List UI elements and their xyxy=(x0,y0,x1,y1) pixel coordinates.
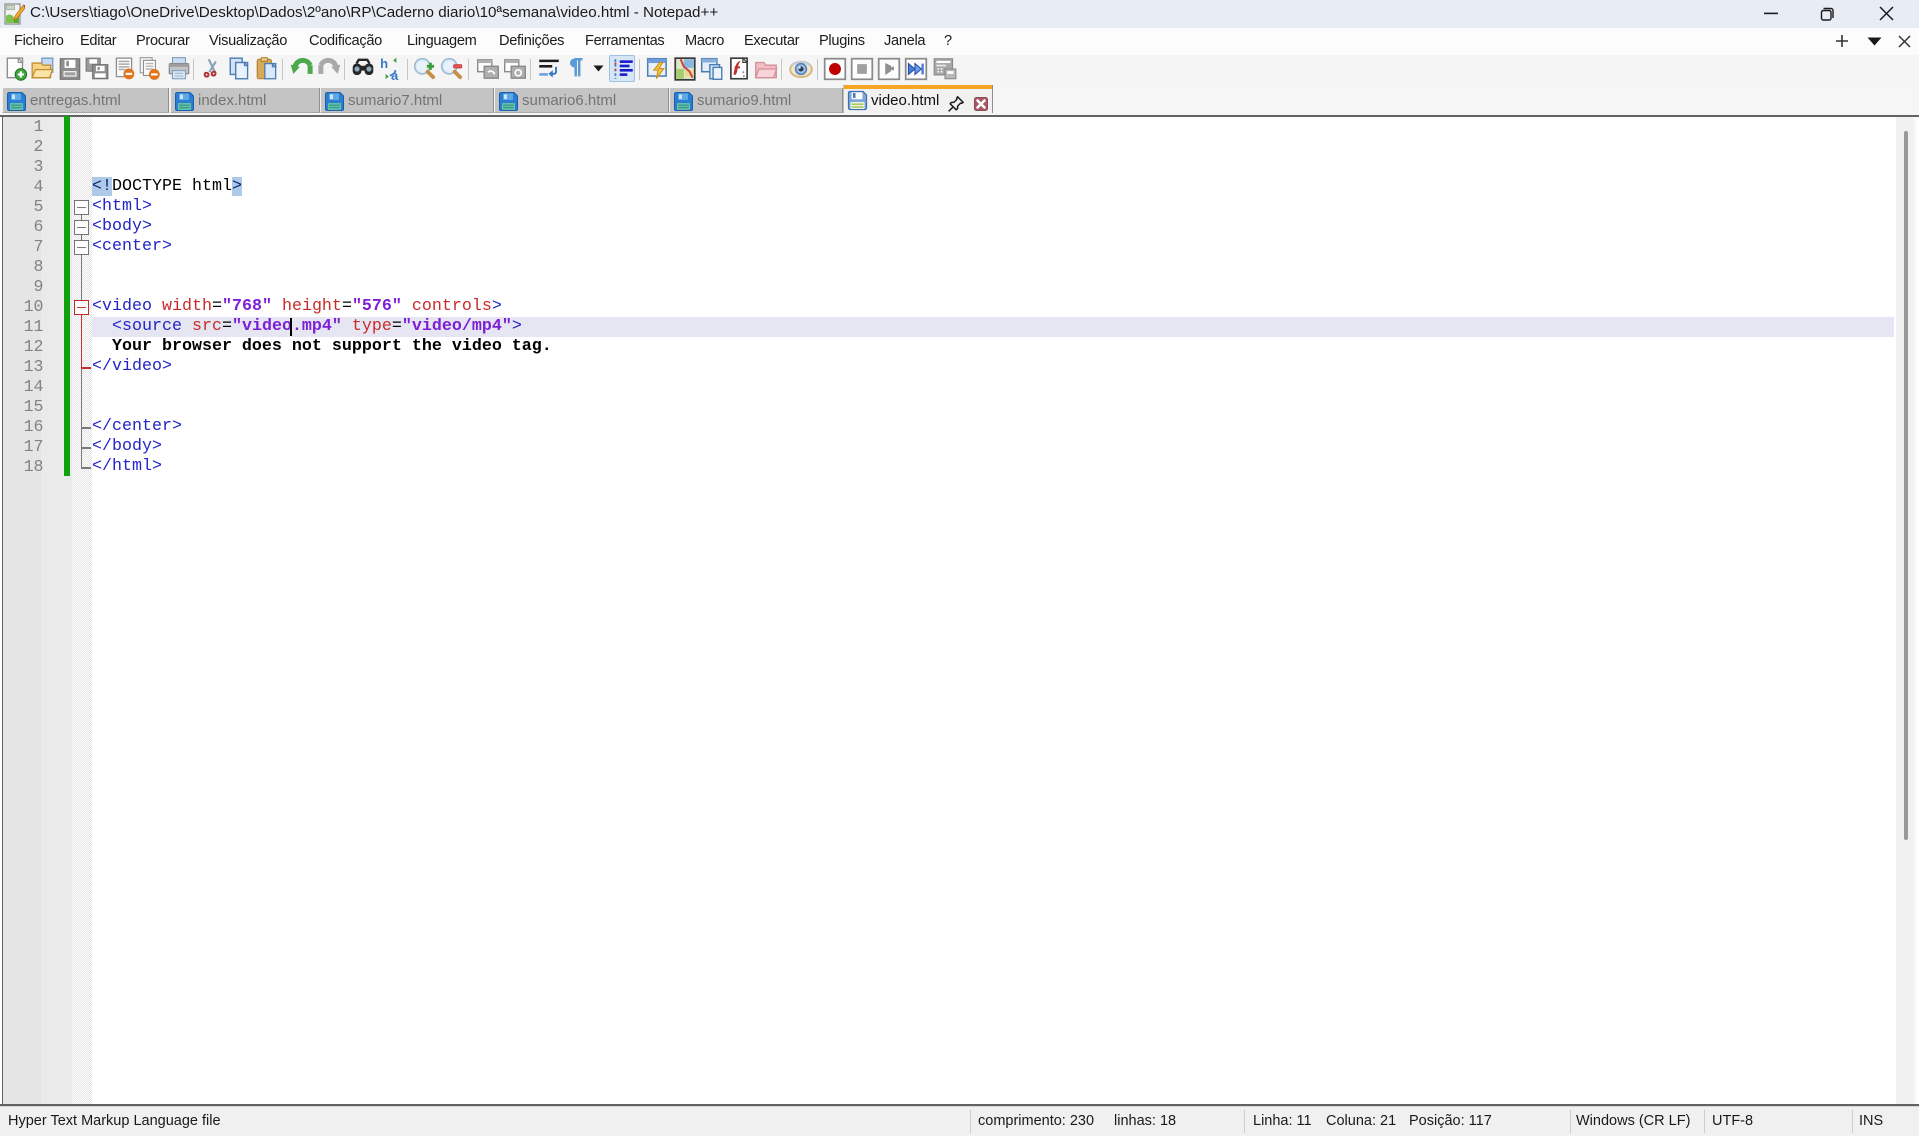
svg-text:h: h xyxy=(380,56,388,71)
